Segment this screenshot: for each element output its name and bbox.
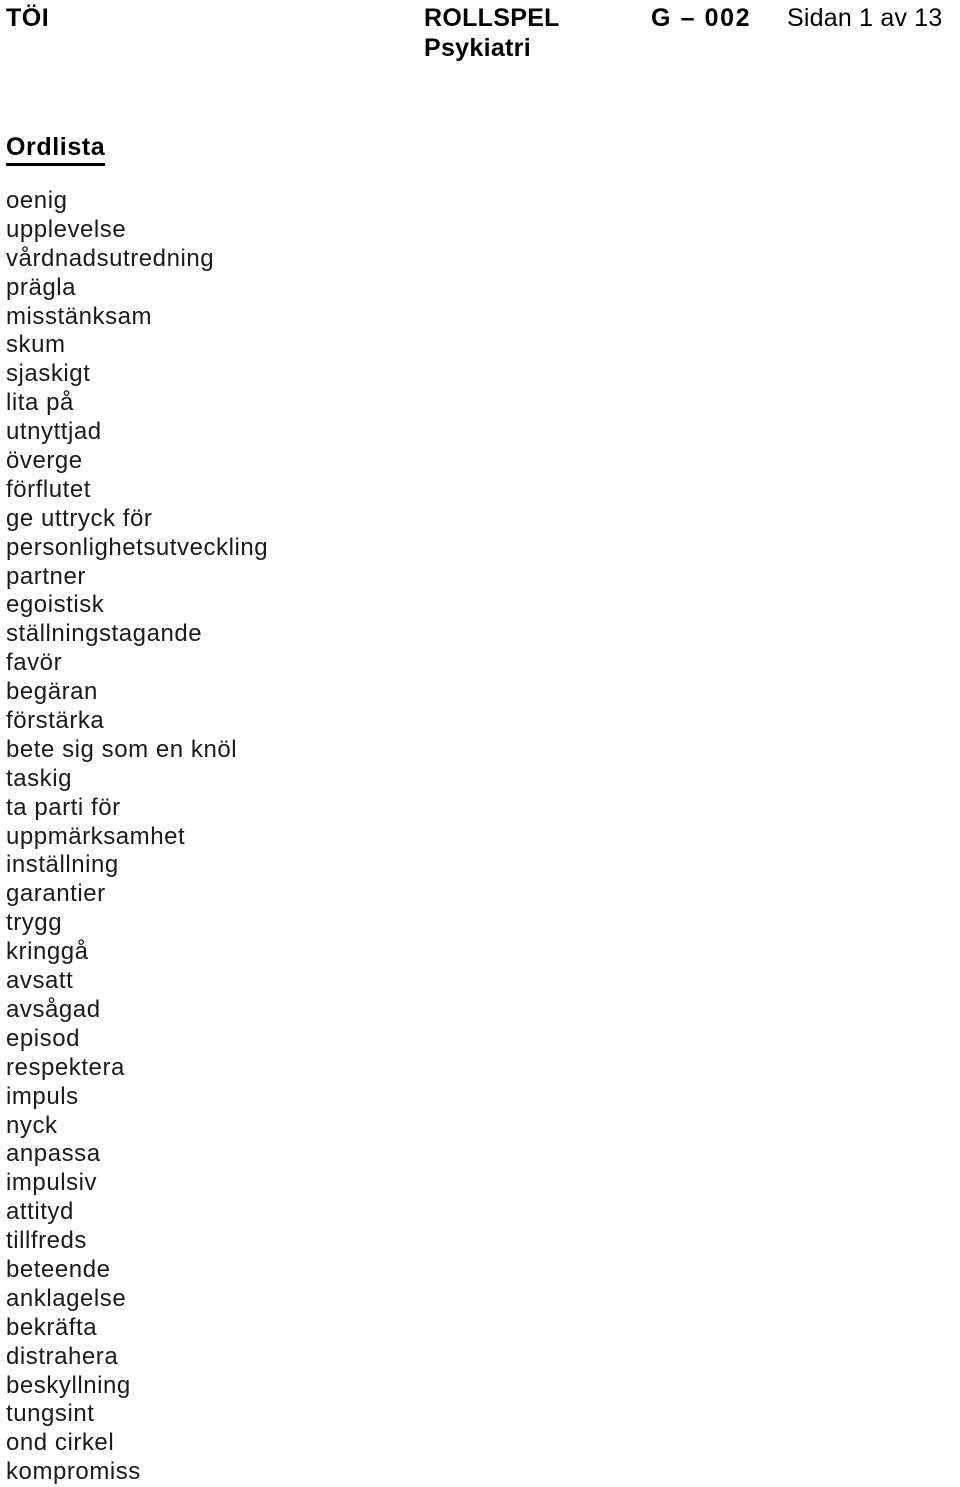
glossary-item: uppmärksamhet	[6, 822, 186, 850]
glossary-item: oenig	[6, 187, 68, 214]
glossary-item: överge	[6, 447, 83, 475]
document-code: G – 002	[651, 4, 752, 32]
glossary-item: skum	[6, 331, 66, 359]
glossary-item: misstänksam	[6, 302, 153, 330]
glossary-item: taskig	[6, 764, 72, 792]
glossary-item: avsatt	[6, 967, 74, 995]
glossary-item: distrahera	[6, 1342, 119, 1370]
glossary-item: förstärka	[6, 707, 105, 735]
glossary-item: nyck	[6, 1111, 58, 1139]
glossary-item: impulsiv	[6, 1169, 98, 1197]
glossary-item: personlighetsutveckling	[6, 533, 269, 561]
section-heading-ordlista: Ordlista	[6, 132, 106, 166]
glossary-item: förflutet	[6, 475, 91, 503]
glossary-item: episod	[6, 1024, 81, 1052]
glossary-item: respektera	[6, 1053, 125, 1081]
glossary-item: kringgå	[6, 938, 89, 966]
glossary-item: utnyttjad	[6, 418, 102, 446]
page-indicator: Sidan 1 av 13	[787, 4, 943, 32]
glossary-item: beteende	[6, 1255, 111, 1283]
glossary-item: anpassa	[6, 1140, 101, 1168]
glossary-item: ta parti för	[6, 793, 121, 821]
document-subject-title: Psykiatri	[424, 34, 531, 62]
glossary-item: egoistisk	[6, 591, 105, 619]
glossary-item: prägla	[6, 273, 77, 301]
glossary-item: kompromiss	[6, 1458, 141, 1486]
glossary-item: attityd	[6, 1198, 74, 1226]
glossary-item: bete sig som en knöl	[6, 735, 238, 763]
glossary-item: impuls	[6, 1082, 79, 1110]
glossary-item: tillfreds	[6, 1227, 87, 1255]
glossary-item: favör	[6, 649, 63, 677]
glossary-list: oenig upplevelse vårdnadsutredning prägla mi…	[6, 187, 706, 1487]
glossary-item: upplevelse	[6, 215, 127, 243]
document-kind-title: ROLLSPEL	[424, 4, 560, 32]
glossary-item: ställningstagande	[6, 620, 203, 648]
glossary-item: tungsint	[6, 1400, 95, 1428]
header-title-block: ROLLSPEL Psykiatri	[424, 3, 664, 63]
glossary-item: beskyllning	[6, 1371, 131, 1399]
glossary-item: vårdnadsutredning	[6, 244, 215, 272]
glossary-item: avsågad	[6, 995, 101, 1023]
glossary-item: sjaskigt	[6, 360, 91, 388]
glossary-item: partner	[6, 562, 86, 590]
glossary-item: garantier	[6, 880, 106, 908]
document-header: TÖI ROLLSPEL Psykiatri G – 002 Sidan 1 a…	[0, 0, 960, 64]
document-page: TÖI ROLLSPEL Psykiatri G – 002 Sidan 1 a…	[0, 0, 960, 1485]
glossary-item: lita på	[6, 389, 74, 417]
glossary-item: anklagelse	[6, 1284, 127, 1312]
glossary-item: bekräfta	[6, 1313, 98, 1341]
glossary-item: begäran	[6, 678, 98, 706]
glossary-item: trygg	[6, 909, 63, 937]
organization-mark: TÖI	[6, 4, 50, 32]
glossary-item: ond cirkel	[6, 1429, 115, 1457]
glossary-item: inställning	[6, 851, 119, 879]
glossary-item: ge uttryck för	[6, 504, 153, 532]
